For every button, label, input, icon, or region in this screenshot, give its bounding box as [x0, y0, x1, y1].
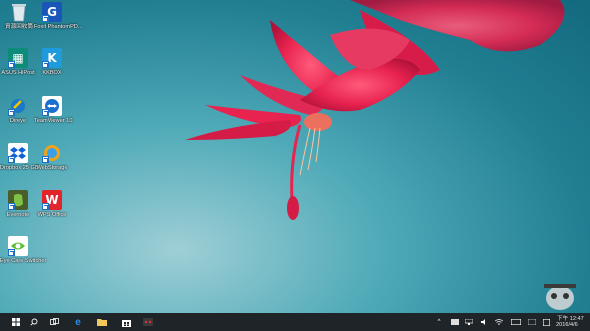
desktop-icon-label: Direye — [9, 118, 27, 124]
desktop-shortcut-asus-hipost[interactable]: ▦ ASUS HiPost — [0, 48, 36, 76]
desktop-icon-label: Evernote — [6, 212, 30, 218]
desktop-icon-label: Foxit PhantomPD... — [34, 24, 83, 30]
file-explorer-icon[interactable] — [94, 313, 110, 331]
kkbox-icon: K — [42, 48, 62, 68]
desktop-shortcut-foxit-phantompdf[interactable]: G Foxit PhantomPD... — [34, 2, 83, 30]
network-icon[interactable] — [464, 313, 474, 331]
desktop-icon-label: WebStorage — [36, 165, 68, 171]
notification-center-icon[interactable] — [541, 313, 551, 331]
desktop-shortcut-evernote[interactable]: Evernote — [0, 190, 36, 218]
tray-app-icon[interactable] — [449, 313, 461, 331]
recycle-bin-icon — [9, 2, 29, 22]
desktop-wallpaper: 資源回收筒 G Foxit PhantomPD... ▦ ASUS HiPost… — [0, 0, 590, 313]
evernote-icon — [8, 190, 28, 210]
desktop-icon-label: Eye Care Switcher — [0, 258, 47, 264]
desktop-icon-label: 資源回收筒 — [5, 24, 33, 30]
eye-care-switcher-icon — [8, 236, 28, 256]
direye-icon — [8, 96, 28, 116]
store-icon[interactable] — [118, 313, 134, 331]
desktop-shortcut-recycle-bin[interactable]: 資源回收筒 — [1, 2, 37, 30]
desktop-shortcut-wps-office[interactable]: W WPS Office — [34, 190, 70, 218]
wps-office-icon: W — [42, 190, 62, 210]
input-method-icon[interactable] — [526, 313, 538, 331]
windows-start-icon[interactable] — [8, 313, 24, 331]
mascot-watermark — [544, 284, 576, 310]
flower-wallpaper-image — [185, 0, 565, 220]
taskbar: e ^ 下午 12:47 2016/4/6 — [0, 313, 590, 331]
foxit-phantompdf-icon: G — [42, 2, 62, 22]
desktop-icon-label: WPS Office — [37, 212, 67, 218]
desktop-icon-label: TeamViewer 10 — [34, 118, 73, 124]
dropbox-icon — [8, 143, 28, 163]
volume-icon[interactable] — [479, 313, 489, 331]
task-view-icon[interactable] — [46, 313, 62, 331]
desktop-shortcut-teamviewer[interactable]: TeamViewer 10 — [34, 96, 73, 124]
asus-hipost-icon: ▦ — [8, 48, 28, 68]
desktop-icon-label: KKBOX — [42, 70, 62, 76]
desktop-icon-label: Dropbox 25 GB — [0, 165, 39, 171]
desktop-shortcut-direye[interactable]: Direye — [0, 96, 36, 124]
webstorage-icon — [42, 143, 62, 163]
teamviewer-icon — [42, 96, 62, 116]
show-hidden-icons-chevron-icon[interactable]: ^ — [434, 313, 444, 331]
desktop-shortcut-eye-care-switcher[interactable]: Eye Care Switcher — [0, 236, 47, 264]
desktop-shortcut-dropbox[interactable]: Dropbox 25 GB — [0, 143, 39, 171]
edge-browser-icon[interactable]: e — [70, 313, 86, 331]
tray-date[interactable]: 2016/4/6 — [556, 322, 578, 328]
desktop-icon-label: ASUS HiPost — [1, 70, 35, 76]
desktop-shortcut-kkbox[interactable]: K KKBOX — [34, 48, 70, 76]
keyboard-icon[interactable] — [510, 313, 522, 331]
search-icon[interactable] — [26, 313, 42, 331]
tray-time[interactable]: 下午 12:47 — [557, 314, 584, 322]
desktop-shortcut-webstorage[interactable]: WebStorage — [34, 143, 70, 171]
pinned-app-icon[interactable] — [140, 313, 156, 331]
wifi-icon[interactable] — [494, 313, 504, 331]
